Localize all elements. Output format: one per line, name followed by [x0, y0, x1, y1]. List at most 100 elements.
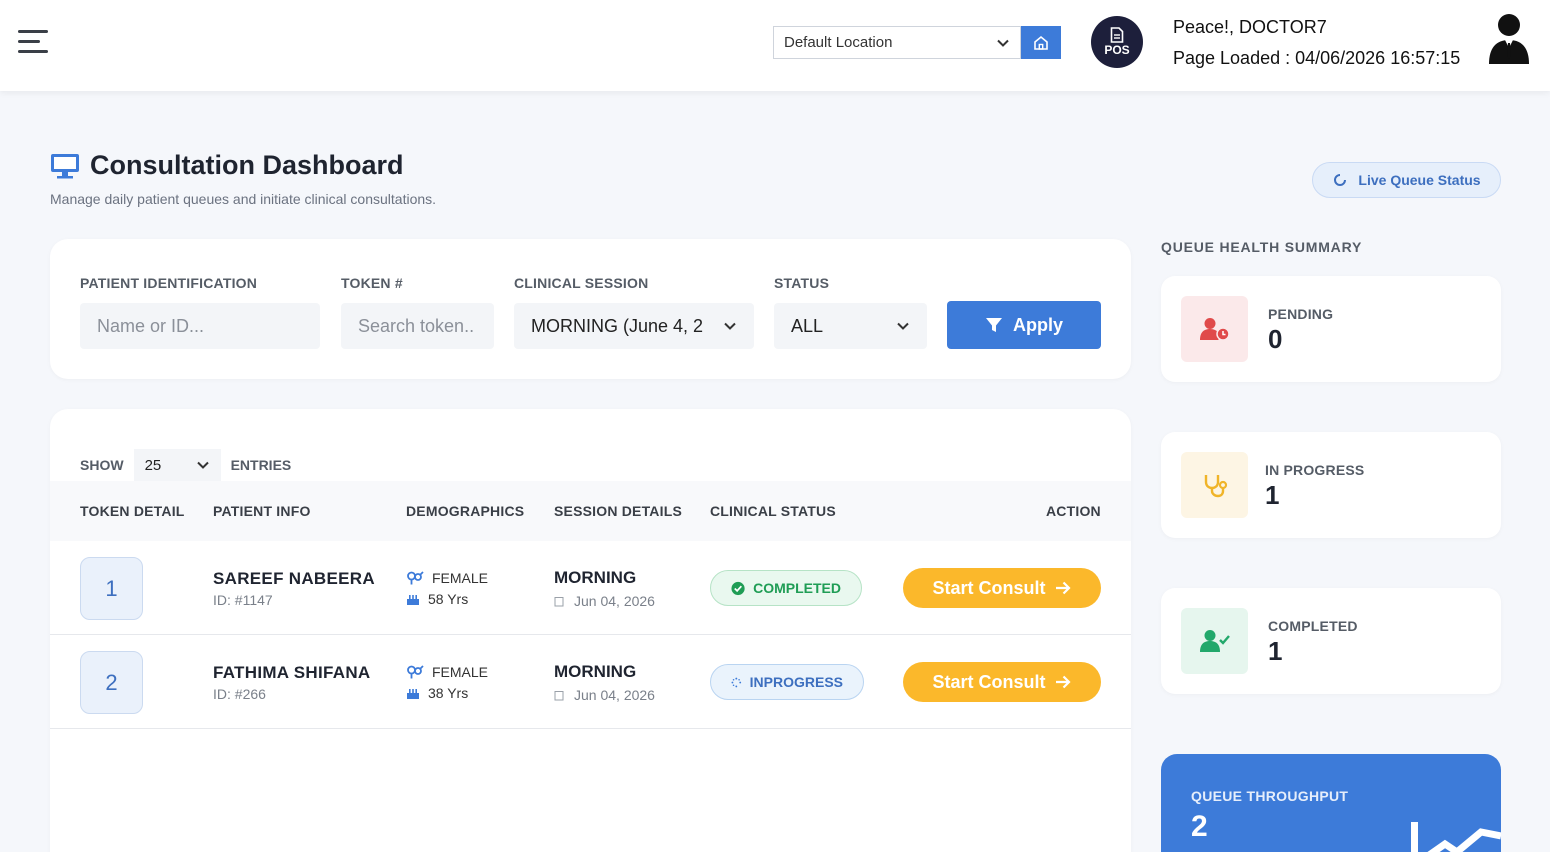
status-badge: INPROGRESS: [710, 664, 864, 700]
apply-button[interactable]: Apply: [947, 301, 1101, 349]
refresh-icon: [1334, 174, 1347, 186]
col-clinical-status[interactable]: CLINICAL STATUS: [710, 503, 836, 519]
col-token-detail[interactable]: TOKEN DETAIL: [80, 503, 185, 519]
in-progress-value: 1: [1265, 480, 1280, 510]
page-loaded-text: Page Loaded : 04/06/2026 16:57:15: [1173, 48, 1461, 68]
col-session-details[interactable]: SESSION DETAILS: [554, 503, 682, 519]
pos-button[interactable]: POS: [1091, 16, 1143, 68]
chevron-down-icon: [196, 461, 209, 469]
col-action[interactable]: ACTION: [1046, 503, 1101, 519]
session-date-text: Jun 04, 2026: [574, 593, 655, 609]
session-name: MORNING: [554, 568, 637, 587]
stethoscope-icon: [1204, 475, 1227, 498]
pending-value: 0: [1268, 324, 1283, 354]
calendar-icon: [554, 596, 564, 606]
token-search-input[interactable]: Search token..: [341, 303, 494, 349]
token-placeholder: Search token..: [358, 315, 475, 336]
completed-value: 1: [1268, 636, 1283, 666]
user-greeting: Peace!, DOCTOR7 Page Loaded : 04/06/2026…: [1173, 12, 1460, 74]
patient-name: FATHIMA SHIFANA: [213, 663, 371, 682]
patient-id-label: PATIENT IDENTIFICATION: [80, 275, 258, 291]
entries-control: SHOW 25 ENTRIES: [80, 449, 291, 481]
table-header: TOKEN DETAIL PATIENT INFO DEMOGRAPHICS S…: [50, 481, 1131, 541]
session-date: Jun 04, 2026: [554, 687, 655, 703]
birthday-cake-icon: [407, 689, 419, 699]
status-select-value: ALL: [791, 315, 824, 336]
age-text: 58 Yrs: [428, 591, 469, 607]
status-select[interactable]: ALL: [774, 303, 927, 349]
chevron-down-icon: [724, 322, 736, 330]
col-demographics[interactable]: DEMOGRAPHICS: [406, 503, 524, 519]
entries-label: ENTRIES: [230, 457, 292, 473]
table-row: 1 SAREEF NABEERA ID: #1147 FEMALE 58 Yrs…: [50, 541, 1131, 635]
arrow-right-icon: [1055, 581, 1071, 595]
status-text: INPROGRESS: [749, 674, 843, 690]
show-label: SHOW: [80, 457, 124, 473]
age-info: 38 Yrs: [406, 685, 468, 701]
spinner-icon: [731, 677, 742, 687]
avatar[interactable]: [1486, 12, 1532, 64]
age-text: 38 Yrs: [428, 685, 469, 701]
pending-label: PENDING: [1268, 306, 1334, 322]
start-consult-button[interactable]: Start Consult: [903, 568, 1101, 608]
gender-info: FEMALE: [406, 570, 488, 586]
gender-icon: [407, 571, 424, 585]
throughput-value: 2: [1191, 810, 1208, 843]
gender-icon: [407, 665, 424, 679]
status-label: STATUS: [774, 275, 830, 291]
home-button[interactable]: [1021, 26, 1061, 59]
entries-value: 25: [144, 456, 162, 474]
patient-placeholder: Name or ID...: [97, 315, 205, 336]
location-select[interactable]: Default Location: [773, 26, 1021, 59]
greeting-text: Peace!, DOCTOR7: [1173, 17, 1327, 37]
patient-search-input[interactable]: Name or ID...: [80, 303, 320, 349]
menu-icon[interactable]: [18, 30, 48, 54]
entries-select[interactable]: 25: [133, 449, 221, 481]
start-consult-label: Start Consult: [932, 577, 1046, 598]
age-info: 58 Yrs: [406, 591, 468, 607]
monitor-icon: [51, 154, 79, 179]
gender-info: FEMALE: [406, 664, 488, 680]
in-progress-icon-box: [1181, 452, 1248, 518]
patient-id: ID: #1147: [213, 592, 273, 608]
clinical-session-label: CLINICAL SESSION: [514, 275, 649, 291]
page-subtitle: Manage daily patient queues and initiate…: [50, 191, 437, 207]
arrow-right-icon: [1055, 675, 1071, 689]
status-text: COMPLETED: [753, 580, 841, 596]
pos-label: POS: [1104, 43, 1130, 57]
session-select-value: MORNING (June 4, 2: [531, 315, 704, 336]
queue-table-card: SHOW 25 ENTRIES TOKEN DETAIL PATIENT INF…: [50, 409, 1131, 852]
session-name: MORNING: [554, 662, 637, 681]
patient-name: SAREEF NABEERA: [213, 569, 375, 588]
clinical-session-select[interactable]: MORNING (June 4, 2: [514, 303, 754, 349]
location-value: Default Location: [784, 34, 893, 51]
chevron-down-icon: [997, 39, 1009, 47]
live-queue-label: Live Queue Status: [1358, 172, 1481, 188]
col-patient-info[interactable]: PATIENT INFO: [213, 503, 311, 519]
start-consult-label: Start Consult: [932, 671, 1046, 692]
completed-label: COMPLETED: [1268, 618, 1358, 634]
token-label: TOKEN #: [341, 275, 403, 291]
completed-card: COMPLETED 1: [1161, 588, 1501, 694]
token-number: 1: [80, 557, 143, 620]
session-date-text: Jun 04, 2026: [574, 687, 655, 703]
live-queue-status-button[interactable]: Live Queue Status: [1312, 162, 1501, 198]
session-date: Jun 04, 2026: [554, 593, 655, 609]
page-title: Consultation Dashboard: [90, 150, 404, 180]
home-icon: [1034, 35, 1048, 50]
in-progress-label: IN PROGRESS: [1265, 462, 1365, 478]
token-number: 2: [80, 651, 143, 714]
start-consult-button[interactable]: Start Consult: [903, 662, 1101, 702]
user-check-icon: [1199, 630, 1230, 652]
apply-label: Apply: [1012, 314, 1063, 335]
top-bar: Default Location POS Peace!, DOCTOR7 Pag…: [0, 0, 1550, 91]
patient-id: ID: #266: [213, 686, 266, 702]
pending-icon-box: [1181, 296, 1248, 362]
queue-health-title: QUEUE HEALTH SUMMARY: [1161, 239, 1363, 255]
filter-panel: PATIENT IDENTIFICATION Name or ID... TOK…: [50, 239, 1131, 379]
throughput-label: QUEUE THROUGHPUT: [1191, 788, 1349, 804]
check-circle-icon: [731, 581, 745, 595]
user-clock-icon: [1199, 318, 1230, 341]
queue-throughput-card: QUEUE THROUGHPUT 2: [1161, 754, 1501, 852]
chevron-down-icon: [897, 322, 909, 330]
